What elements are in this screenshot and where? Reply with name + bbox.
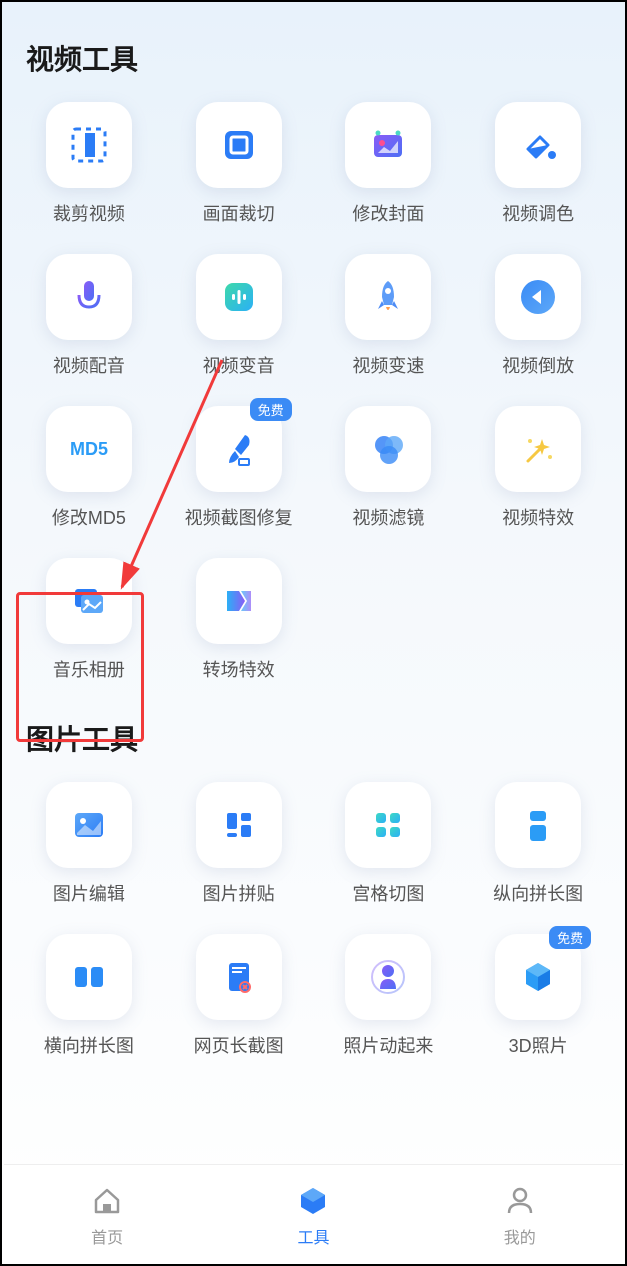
music-album-icon <box>46 558 132 644</box>
tool-label: 宫格切图 <box>352 880 424 906</box>
tool-md5[interactable]: MD5 修改MD5 <box>26 406 152 530</box>
home-icon <box>88 1182 126 1220</box>
tool-rewind[interactable]: 视频倒放 <box>475 254 601 378</box>
tool-label: 视频滤镜 <box>352 504 424 530</box>
tool-sound-wave[interactable]: 视频变音 <box>176 254 302 378</box>
horizontal-stitch-icon <box>46 934 132 1020</box>
section-title-video: 视频工具 <box>26 38 601 78</box>
tool-label: 视频配音 <box>53 352 125 378</box>
tool-3d-cube[interactable]: 免费 3D照片 <box>475 934 601 1058</box>
3d-cube-icon: 免费 <box>495 934 581 1020</box>
tool-label: 照片动起来 <box>343 1032 433 1058</box>
tool-collage[interactable]: 图片拼贴 <box>176 782 302 906</box>
tool-vertical-stitch[interactable]: 纵向拼长图 <box>475 782 601 906</box>
tool-label: 横向拼长图 <box>44 1032 134 1058</box>
tool-label: 视频特效 <box>502 504 574 530</box>
filter-circles-icon <box>345 406 431 492</box>
collage-icon <box>196 782 282 868</box>
nav-home[interactable]: 首页 <box>88 1182 126 1248</box>
tool-label: 画面裁切 <box>203 200 275 226</box>
tool-label: 视频截图修复 <box>185 504 293 530</box>
rewind-icon <box>495 254 581 340</box>
tool-image-edit[interactable]: 图片编辑 <box>26 782 152 906</box>
tool-brush[interactable]: 免费 视频截图修复 <box>176 406 302 530</box>
svg-text:MD5: MD5 <box>70 439 108 459</box>
magic-wand-icon <box>495 406 581 492</box>
tool-label: 修改MD5 <box>52 504 126 530</box>
tool-music-album[interactable]: 音乐相册 <box>26 558 152 682</box>
nav-tools[interactable]: 工具 <box>294 1182 332 1248</box>
tool-label: 纵向拼长图 <box>493 880 583 906</box>
tool-webpage-capture[interactable]: 网页长截图 <box>176 934 302 1058</box>
tool-label: 修改封面 <box>352 200 424 226</box>
tool-transition[interactable]: 转场特效 <box>176 558 302 682</box>
tool-label: 3D照片 <box>509 1032 568 1058</box>
tool-crop-frame[interactable]: 画面裁切 <box>176 102 302 226</box>
tool-magic-wand[interactable]: 视频特效 <box>475 406 601 530</box>
tool-horizontal-stitch[interactable]: 横向拼长图 <box>26 934 152 1058</box>
tool-label: 视频倒放 <box>502 352 574 378</box>
image-edit-icon <box>46 782 132 868</box>
transition-icon <box>196 558 282 644</box>
tool-label: 图片拼贴 <box>203 880 275 906</box>
tool-microphone[interactable]: 视频配音 <box>26 254 152 378</box>
nav-label: 工具 <box>297 1224 329 1248</box>
tool-grid-cut[interactable]: 宫格切图 <box>326 782 452 906</box>
crop-frame-icon <box>196 102 282 188</box>
vertical-stitch-icon <box>495 782 581 868</box>
tool-crop-video[interactable]: 裁剪视频 <box>26 102 152 226</box>
rocket-icon <box>345 254 431 340</box>
tool-label: 音乐相册 <box>53 656 125 682</box>
section-title-image: 图片工具 <box>26 718 601 758</box>
tool-photo-animate[interactable]: 照片动起来 <box>326 934 452 1058</box>
brush-icon: 免费 <box>196 406 282 492</box>
bottom-nav: 首页 工具 我的 <box>4 1164 623 1264</box>
sound-wave-icon <box>196 254 282 340</box>
video-tools-grid: 裁剪视频 画面裁切 修改封面 视频调色 视频配音 <box>26 102 601 682</box>
tool-filter-circles[interactable]: 视频滤镜 <box>326 406 452 530</box>
tool-label: 视频调色 <box>502 200 574 226</box>
tool-rocket[interactable]: 视频变速 <box>326 254 452 378</box>
nav-label: 首页 <box>91 1224 123 1248</box>
tool-label: 裁剪视频 <box>53 200 125 226</box>
free-badge: 免费 <box>250 398 292 421</box>
tool-label: 视频变音 <box>203 352 275 378</box>
microphone-icon <box>46 254 132 340</box>
tool-edit-cover[interactable]: 修改封面 <box>326 102 452 226</box>
tool-label: 视频变速 <box>352 352 424 378</box>
webpage-capture-icon <box>196 934 282 1020</box>
tool-label: 图片编辑 <box>53 880 125 906</box>
tool-color-fill[interactable]: 视频调色 <box>475 102 601 226</box>
md5-icon: MD5 <box>46 406 132 492</box>
tool-label: 转场特效 <box>203 656 275 682</box>
nav-label: 我的 <box>504 1224 536 1248</box>
nav-profile[interactable]: 我的 <box>501 1182 539 1248</box>
image-tools-grid: 图片编辑 图片拼贴 宫格切图 纵向拼长图 横向拼长图 <box>26 782 601 1058</box>
tools-icon <box>294 1182 332 1220</box>
color-fill-icon <box>495 102 581 188</box>
free-badge: 免费 <box>549 926 591 949</box>
crop-video-icon <box>46 102 132 188</box>
tool-label: 网页长截图 <box>194 1032 284 1058</box>
edit-cover-icon <box>345 102 431 188</box>
grid-cut-icon <box>345 782 431 868</box>
photo-animate-icon <box>345 934 431 1020</box>
profile-icon <box>501 1182 539 1220</box>
